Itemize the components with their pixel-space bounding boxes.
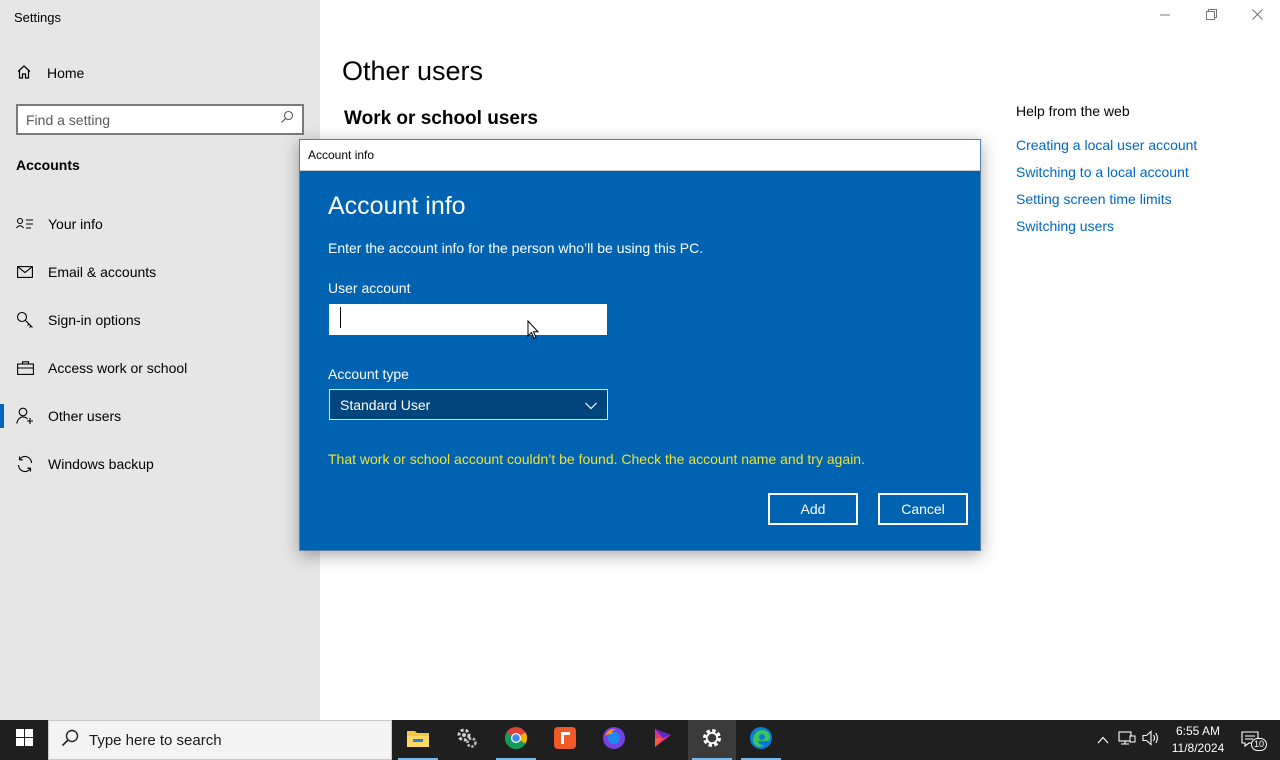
account-type-value: Standard User bbox=[340, 396, 431, 413]
sidebar: Settings Home Accounts Your info Email &… bbox=[0, 0, 320, 720]
taskbar-app-settings[interactable] bbox=[688, 720, 736, 760]
sidebar-item-label: Access work or school bbox=[48, 360, 188, 376]
control-panel-icon bbox=[456, 727, 478, 754]
user-account-label: User account bbox=[328, 280, 411, 296]
sidebar-item-sign-in-options[interactable]: Sign-in options bbox=[0, 300, 320, 340]
settings-icon bbox=[701, 727, 723, 754]
sidebar-item-label: Email & accounts bbox=[48, 264, 157, 280]
close-icon bbox=[1251, 7, 1263, 25]
section-subtitle: Work or school users bbox=[344, 108, 538, 129]
sidebar-item-email-accounts[interactable]: Email & accounts bbox=[0, 252, 320, 292]
chevron-up-icon bbox=[1097, 731, 1109, 749]
person-add-icon bbox=[16, 407, 34, 425]
network-tray-button[interactable] bbox=[1115, 720, 1139, 760]
home-nav-item[interactable]: Home bbox=[16, 62, 84, 84]
file-explorer-icon bbox=[406, 728, 430, 753]
firefox-icon bbox=[602, 726, 626, 755]
home-label: Home bbox=[47, 65, 85, 81]
add-button[interactable]: Add bbox=[768, 493, 858, 525]
user-account-input[interactable] bbox=[329, 304, 607, 335]
restore-button[interactable] bbox=[1188, 0, 1234, 32]
sidebar-item-label: Other users bbox=[48, 408, 122, 424]
restore-icon bbox=[1205, 7, 1217, 25]
taskbar: 6:55 AM 11/8/2024 10 bbox=[0, 720, 1280, 760]
minimize-button[interactable] bbox=[1142, 0, 1188, 32]
chrome-icon bbox=[504, 726, 528, 755]
dialog-description: Enter the account info for the person wh… bbox=[328, 240, 704, 256]
windows-logo-icon bbox=[15, 729, 33, 751]
text-caret bbox=[340, 307, 341, 328]
taskbar-app-media[interactable] bbox=[639, 720, 687, 760]
sidebar-item-label: Windows backup bbox=[48, 456, 154, 472]
taskbar-app-edge[interactable] bbox=[737, 720, 785, 760]
person-card-icon bbox=[16, 215, 34, 233]
sidebar-item-your-info[interactable]: Your info bbox=[0, 204, 320, 244]
dialog-heading: Account info bbox=[328, 192, 466, 220]
help-link-switching-users[interactable]: Switching users bbox=[1016, 218, 1197, 234]
start-button[interactable] bbox=[0, 720, 48, 760]
cancel-button[interactable]: Cancel bbox=[878, 493, 968, 525]
error-message: That work or school account couldn’t be … bbox=[328, 451, 865, 467]
minimize-icon bbox=[1160, 7, 1170, 25]
help-link-screen-time-limits[interactable]: Setting screen time limits bbox=[1016, 191, 1197, 207]
chevron-down-icon bbox=[585, 397, 597, 413]
search-icon[interactable] bbox=[280, 110, 294, 129]
taskbar-app-file-explorer[interactable] bbox=[394, 720, 442, 760]
network-icon bbox=[1118, 730, 1136, 751]
selection-indicator bbox=[0, 404, 4, 428]
volume-icon bbox=[1142, 729, 1160, 751]
taskbar-app-chrome[interactable] bbox=[492, 720, 540, 760]
page-title: Other users bbox=[342, 56, 484, 86]
sidebar-item-windows-backup[interactable]: Windows backup bbox=[0, 444, 320, 484]
taskbar-app-control-panel[interactable] bbox=[443, 720, 491, 760]
key-icon bbox=[16, 311, 34, 329]
edge-icon bbox=[749, 726, 773, 755]
mail-icon bbox=[16, 263, 34, 281]
search-icon bbox=[61, 729, 79, 752]
taskbar-app-foxit[interactable] bbox=[541, 720, 589, 760]
home-icon bbox=[16, 64, 32, 83]
close-button[interactable] bbox=[1234, 0, 1280, 32]
volume-tray-button[interactable] bbox=[1140, 720, 1162, 760]
help-link-creating-local-account[interactable]: Creating a local user account bbox=[1016, 137, 1197, 153]
show-hidden-icons-button[interactable] bbox=[1092, 720, 1114, 760]
media-app-icon bbox=[652, 727, 674, 754]
taskbar-search-box[interactable] bbox=[48, 720, 392, 760]
action-center-button[interactable]: 10 bbox=[1236, 720, 1267, 760]
account-type-label: Account type bbox=[328, 366, 409, 382]
dialog-titlebar: Account info bbox=[300, 140, 980, 171]
account-info-dialog: Account info Account info Enter the acco… bbox=[299, 139, 981, 551]
sidebar-item-other-users[interactable]: Other users bbox=[0, 396, 320, 436]
notification-count-badge: 10 bbox=[1250, 738, 1267, 751]
taskbar-search-input[interactable] bbox=[89, 731, 369, 749]
notification-icon: 10 bbox=[1241, 731, 1267, 751]
taskbar-clock[interactable]: 6:55 AM 11/8/2024 bbox=[1162, 723, 1234, 757]
help-link-switching-local-account[interactable]: Switching to a local account bbox=[1016, 164, 1197, 180]
sidebar-item-label: Your info bbox=[48, 216, 103, 232]
help-panel: Help from the web Creating a local user … bbox=[1016, 103, 1197, 245]
sidebar-item-access-work-school[interactable]: Access work or school bbox=[0, 348, 320, 388]
app-title: Settings bbox=[14, 10, 61, 25]
clock-time: 6:55 AM bbox=[1175, 724, 1221, 738]
sidebar-item-label: Sign-in options bbox=[48, 312, 141, 328]
briefcase-icon bbox=[16, 359, 34, 377]
taskbar-app-firefox[interactable] bbox=[590, 720, 638, 760]
account-type-select[interactable]: Standard User bbox=[329, 389, 608, 420]
settings-search-input[interactable] bbox=[26, 111, 280, 128]
mouse-cursor-icon bbox=[527, 319, 540, 345]
settings-search-box[interactable] bbox=[16, 104, 304, 135]
section-title: Accounts bbox=[16, 157, 80, 173]
foxit-icon bbox=[554, 726, 576, 754]
help-title: Help from the web bbox=[1016, 103, 1130, 119]
clock-date: 11/8/2024 bbox=[1171, 741, 1225, 755]
sync-icon bbox=[16, 455, 34, 473]
